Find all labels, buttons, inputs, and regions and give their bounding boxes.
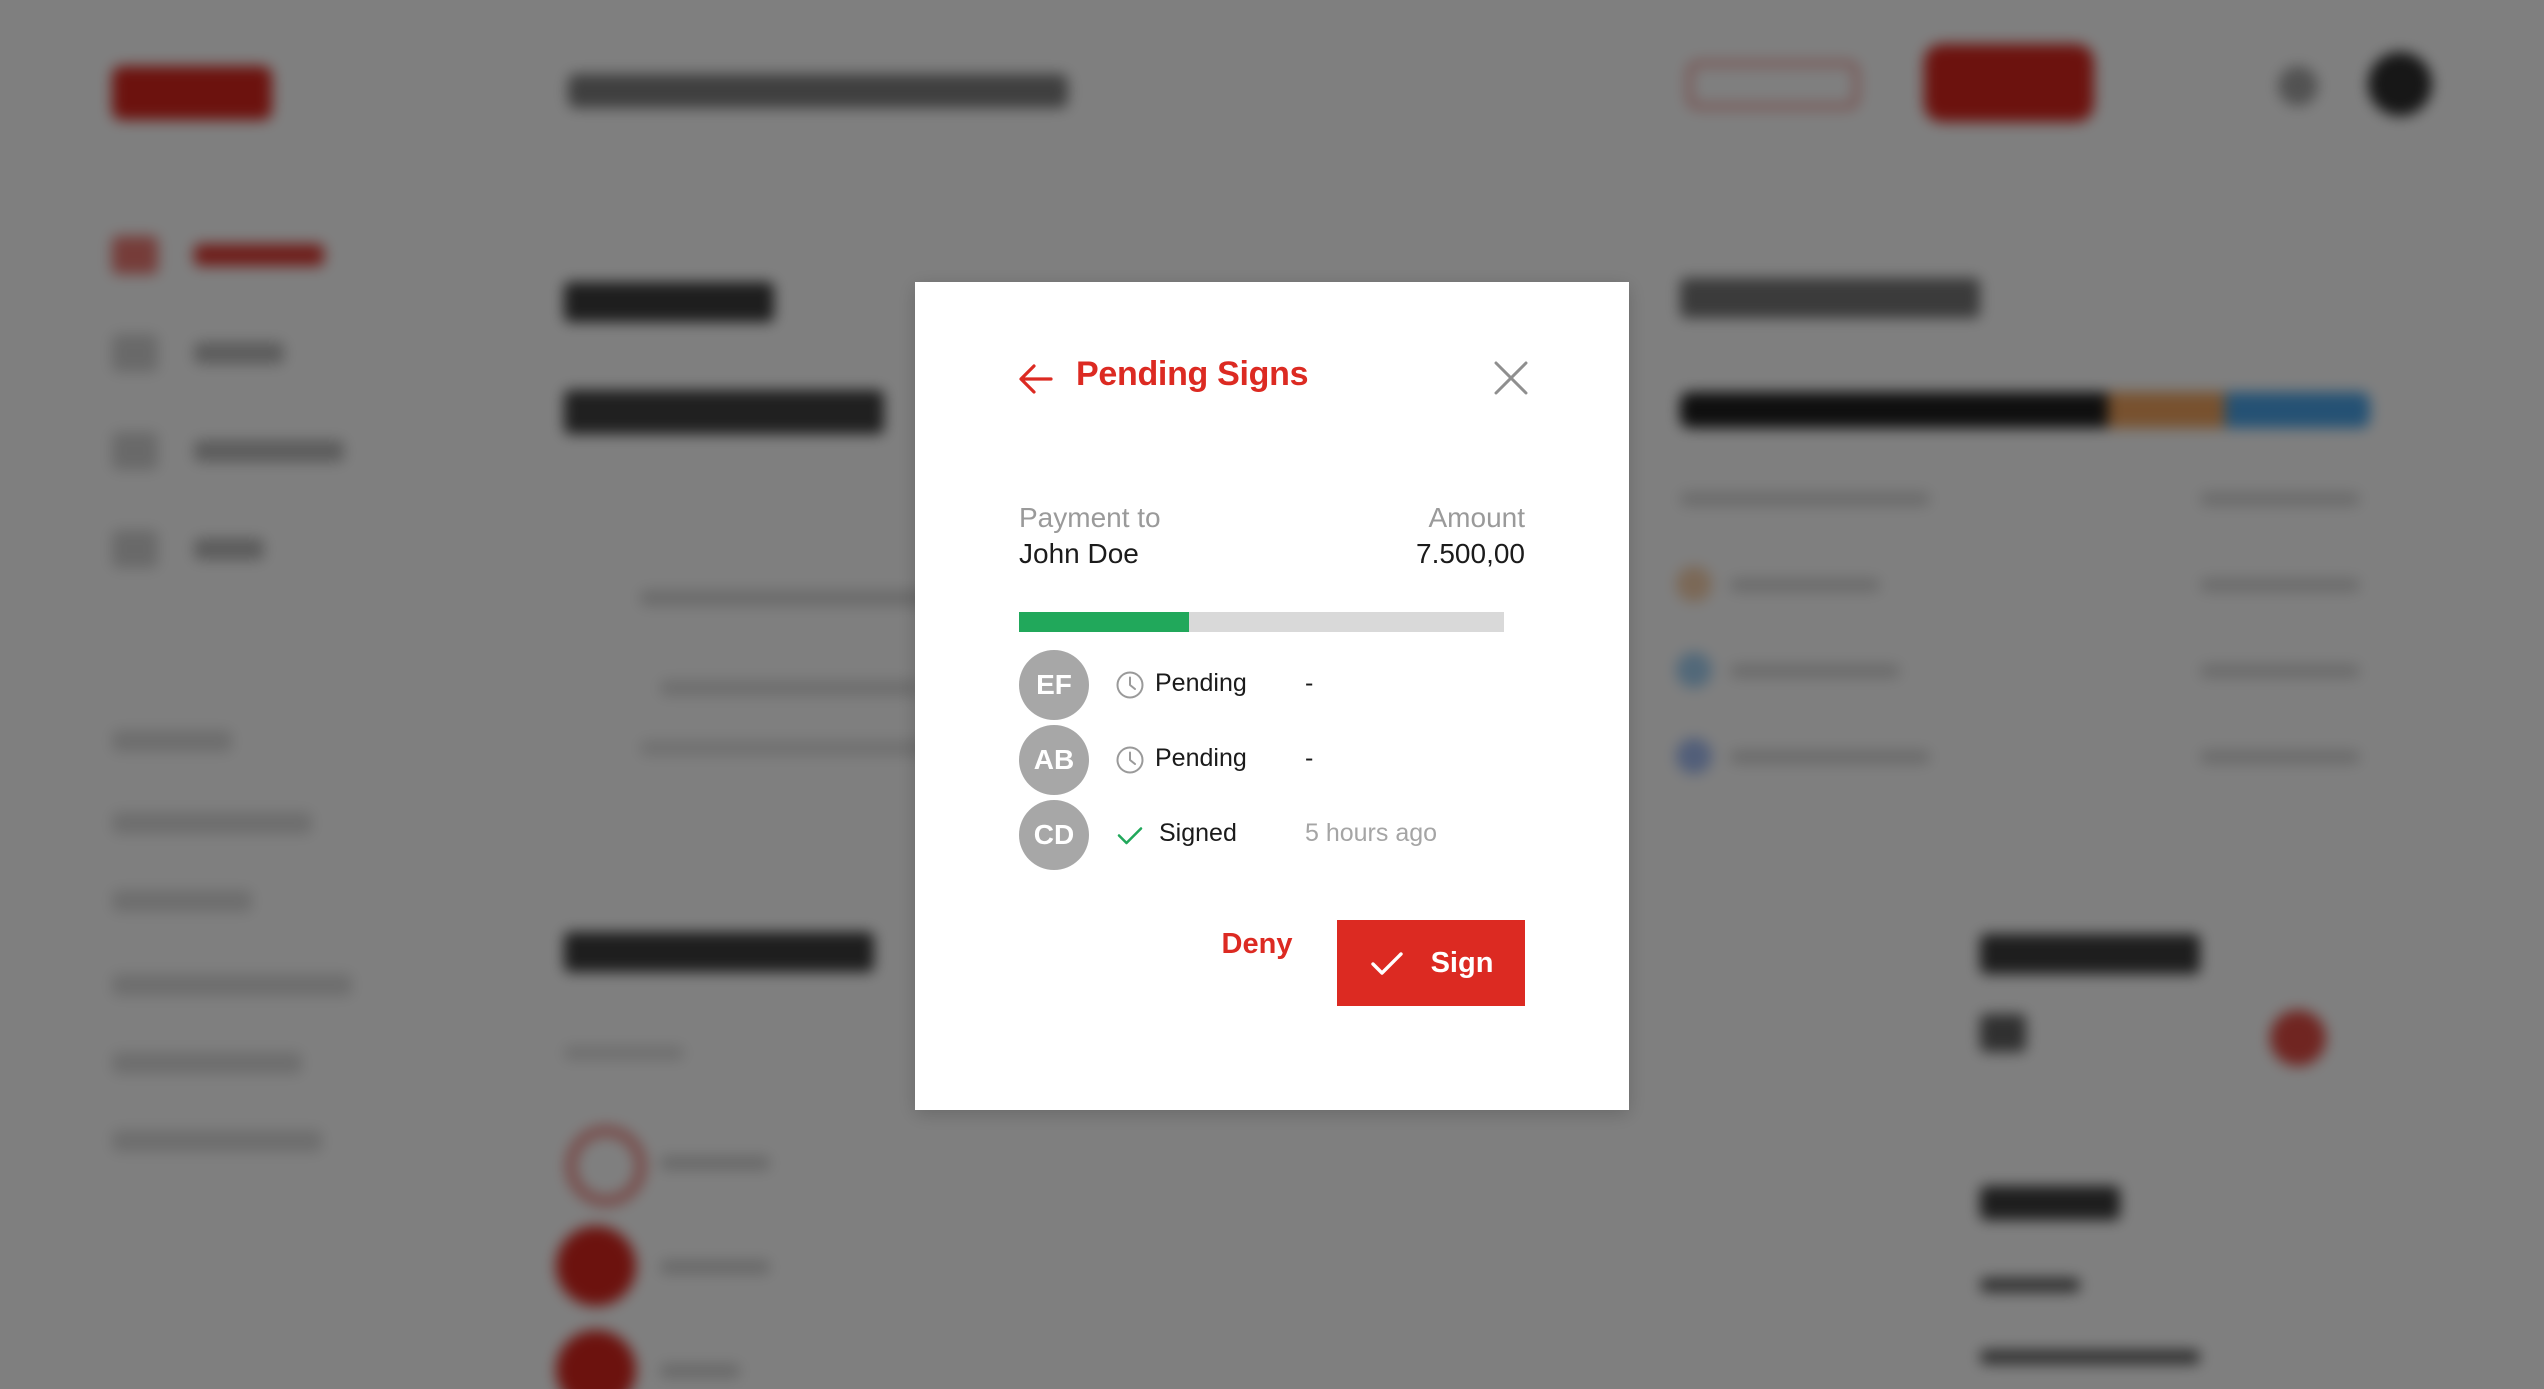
modal-title: Pending Signs (1076, 355, 1309, 393)
sign-button[interactable]: Sign (1337, 920, 1525, 1006)
signer-status: Pending (1155, 669, 1247, 697)
signer-row: EF Pending - (1019, 650, 1529, 720)
back-button[interactable] (1017, 360, 1055, 398)
checkmark-icon (1117, 827, 1143, 845)
checkmark-icon (1370, 952, 1403, 975)
deny-button[interactable]: Deny (1182, 920, 1332, 968)
signer-time: - (1305, 744, 1314, 772)
signer-row: CD Signed 5 hours ago (1019, 800, 1529, 870)
arrow-left-icon (1019, 364, 1053, 394)
signer-time: - (1305, 669, 1314, 697)
signer-avatar: EF (1019, 650, 1089, 720)
amount-value: 7.500,00 (1416, 538, 1525, 569)
clock-icon (1116, 746, 1144, 774)
amount-label: Amount (1428, 502, 1526, 533)
signing-progress-bar (1019, 612, 1504, 632)
close-icon (1494, 361, 1528, 395)
signer-status: Signed (1159, 819, 1237, 847)
signing-progress-fill (1019, 612, 1189, 632)
pending-signs-modal: Pending Signs Payment to John Doe Amount… (915, 282, 1629, 1110)
sign-button-label: Sign (1430, 946, 1494, 979)
clock-icon (1116, 671, 1144, 699)
signer-time: 5 hours ago (1305, 819, 1438, 847)
signer-row: AB Pending - (1019, 725, 1529, 795)
payee-name: John Doe (1019, 538, 1139, 569)
signer-status: Pending (1155, 744, 1247, 772)
close-button[interactable] (1491, 358, 1531, 398)
signer-avatar: CD (1019, 800, 1089, 870)
signer-avatar: AB (1019, 725, 1089, 795)
payment-to-label: Payment to (1019, 502, 1161, 533)
